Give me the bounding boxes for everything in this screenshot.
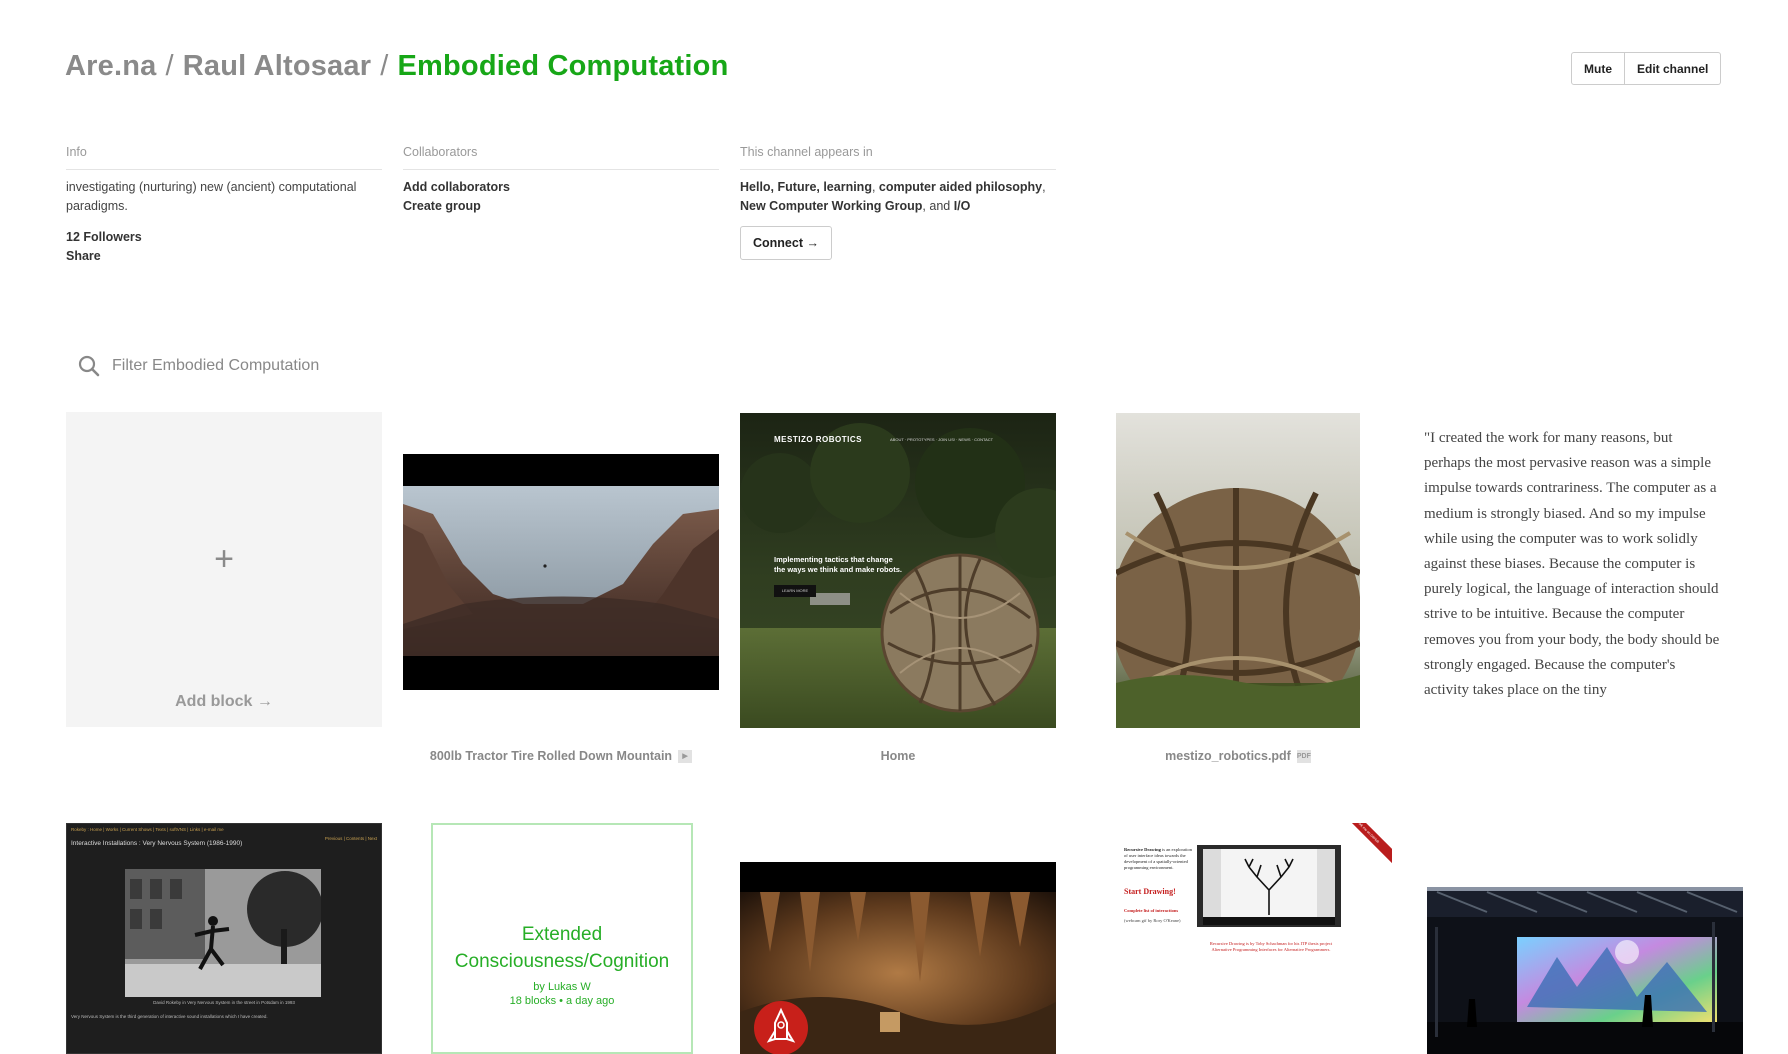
- appears-in-section: This channel appears in Hello, Future, l…: [740, 143, 1056, 260]
- site-headline: Implementing tactics that change the way…: [774, 555, 902, 574]
- followers-link[interactable]: 12 Followers: [66, 228, 382, 247]
- add-block-button[interactable]: + Add block →: [66, 412, 382, 727]
- info-section: Info investigating (nurturing) new (anci…: [66, 143, 382, 266]
- site-nav: ABOUT · PROTOTYPES · JOIN US! · NEWS · C…: [890, 437, 994, 442]
- start-drawing-link: Start Drawing!: [1124, 887, 1176, 896]
- filter-bar: [78, 355, 512, 377]
- search-icon: [78, 355, 100, 377]
- info-heading: Info: [66, 143, 382, 170]
- vns-paragraph: Very Nervous System is the third generat…: [71, 1014, 268, 1019]
- drawing-intro: Recursive Drawing is an exploration of u…: [1124, 847, 1192, 870]
- channel-description: investigating (nurturing) new (ancient) …: [66, 180, 357, 213]
- vns-heading: Interactive Installations : Very Nervous…: [71, 840, 243, 847]
- site-name: MESTIZO ROBOTICS: [774, 435, 862, 444]
- connected-channel-link[interactable]: New Computer Working Group: [740, 199, 922, 213]
- appears-in-heading: This channel appears in: [740, 143, 1056, 170]
- connected-channel-link[interactable]: computer aided philosophy: [879, 180, 1042, 194]
- dancer-photo: [125, 869, 321, 997]
- page-title[interactable]: Embodied Computation: [397, 50, 728, 82]
- plus-icon: +: [214, 540, 234, 578]
- breadcrumb-site[interactable]: Are.na: [65, 50, 156, 82]
- appears-in-list: Hello, Future, learning, computer aided …: [740, 180, 1046, 213]
- block-title: mestizo_robotics.pdf: [1165, 749, 1291, 763]
- tree-drawing-image: [1197, 845, 1341, 927]
- breadcrumb-separator: /: [165, 50, 174, 82]
- pdf-thumbnail[interactable]: [1116, 413, 1360, 728]
- interactions-link: Complete list of interactions: [1124, 908, 1179, 913]
- breadcrumb: Are.na / Raul Altosaar / Embodied Computatio…: [65, 50, 729, 83]
- collaborators-heading: Collaborators: [403, 143, 719, 170]
- rocket-logo-icon: [754, 1001, 808, 1054]
- block-title: Home: [880, 749, 916, 763]
- cave-video-thumbnail[interactable]: [740, 862, 1056, 1054]
- channel-block-meta: 18 blocks • a day ago: [509, 995, 615, 1007]
- drawing-footer: Recursive Drawing is by Toby Schachman f…: [1209, 941, 1333, 952]
- breadcrumb-user[interactable]: Raul Altosaar: [183, 50, 371, 82]
- channel-block-title: Extended Consciousness/Cognition: [454, 924, 670, 972]
- performance-image-thumbnail[interactable]: [1427, 887, 1743, 1054]
- text-block[interactable]: "I created the work for many reasons, bu…: [1424, 426, 1720, 726]
- mute-button[interactable]: Mute: [1571, 52, 1625, 85]
- webcam-credit: (webcam gif by Rory O'Keane): [1124, 918, 1181, 923]
- add-collaborators-link[interactable]: Add collaborators: [403, 178, 719, 197]
- filter-input[interactable]: [112, 357, 512, 375]
- vns-nav: Rokeby : Home | Works | Current Shows | …: [71, 827, 224, 832]
- video-caption[interactable]: 800lb Tractor Tire Rolled Down Mountain …: [403, 749, 719, 763]
- learn-more-button: LEARN MORE: [774, 585, 816, 597]
- website-thumbnail[interactable]: MESTIZO ROBOTICS ABOUT · PROTOTYPES · JO…: [740, 413, 1056, 728]
- connected-channel-link[interactable]: Hello, Future, learning: [740, 180, 872, 194]
- pdf-file-icon: PDF: [1296, 749, 1311, 763]
- mountain-video-image: [403, 454, 719, 690]
- video-play-icon: ▶: [678, 749, 693, 763]
- pdf-caption[interactable]: mestizo_robotics.pdf PDF: [1116, 749, 1360, 763]
- channel-block[interactable]: Extended Consciousness/Cognition by Luka…: [431, 823, 693, 1054]
- vns-nav-right: Previous | Contents | Next: [324, 836, 377, 841]
- create-group-link[interactable]: Create group: [403, 197, 719, 216]
- website-caption[interactable]: Home: [740, 749, 1056, 763]
- sphere-pdf-image: [1116, 413, 1360, 728]
- collaborators-section: Collaborators Add collaborators Create g…: [403, 143, 719, 216]
- github-ribbon: Fork me on GitHub: [1336, 823, 1392, 864]
- connected-channel-link[interactable]: I/O: [954, 199, 971, 213]
- channel-actions: Mute Edit channel: [1571, 52, 1722, 85]
- share-link[interactable]: Share: [66, 247, 382, 266]
- video-thumbnail[interactable]: [403, 454, 719, 690]
- photo-caption: David Rokeby in Very Nervous System in t…: [153, 1000, 295, 1005]
- connect-button[interactable]: Connect →: [740, 226, 832, 260]
- breadcrumb-separator: /: [380, 50, 389, 82]
- add-block-label: Add block →: [175, 693, 273, 710]
- stage-projection-image: [1427, 887, 1743, 1054]
- recursive-drawing-thumbnail[interactable]: Recursive Drawing is an exploration of u…: [1116, 823, 1392, 983]
- block-title: 800lb Tractor Tire Rolled Down Mountain: [429, 749, 673, 763]
- channel-block-author: by Lukas W: [533, 981, 591, 993]
- webpage-thumbnail[interactable]: Rokeby : Home | Works | Current Shows | …: [66, 823, 382, 1054]
- edit-channel-button[interactable]: Edit channel: [1625, 52, 1722, 85]
